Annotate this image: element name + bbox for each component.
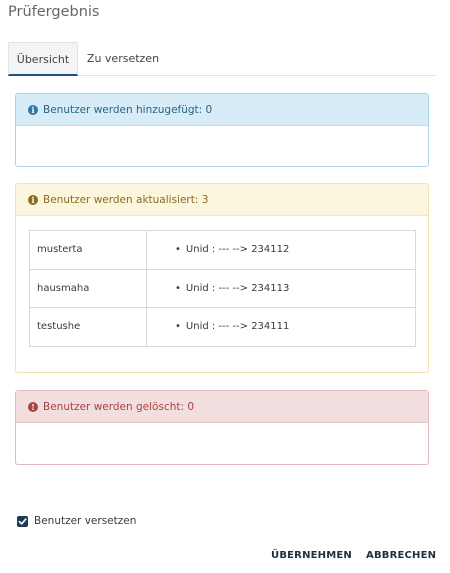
table-row: musterta • Unid : --- --> 234112 bbox=[29, 230, 416, 270]
change-text: Unid : --- --> 234112 bbox=[185, 244, 290, 256]
deleted-users-panel: ! Benutzer werden gelöscht: 0 bbox=[15, 390, 429, 465]
bullet-icon: • bbox=[175, 282, 181, 294]
dialog-title: Prüfergebnis bbox=[8, 4, 100, 20]
updated-users-title: Benutzer werden aktualisiert: 3 bbox=[43, 193, 209, 206]
checkmark-icon bbox=[18, 517, 27, 525]
username-cell: hausmaha bbox=[29, 268, 147, 308]
move-users-option[interactable]: Benutzer versetzen bbox=[17, 514, 136, 528]
tab-bar: Übersicht Zu versetzen bbox=[8, 42, 436, 76]
change-cell: • Unid : --- --> 234112 bbox=[146, 230, 416, 270]
added-users-title: Benutzer werden hinzugefügt: 0 bbox=[43, 103, 213, 116]
cancel-button[interactable]: ABBRECHEN bbox=[366, 546, 436, 564]
change-cell: • Unid : --- --> 234113 bbox=[146, 268, 416, 308]
updated-users-header: i Benutzer werden aktualisiert: 3 bbox=[16, 184, 428, 216]
added-users-panel: i Benutzer werden hinzugefügt: 0 bbox=[15, 93, 429, 167]
deleted-users-title: Benutzer werden gelöscht: 0 bbox=[43, 400, 195, 413]
tab-to-move[interactable]: Zu versetzen bbox=[84, 42, 162, 76]
move-users-checkbox[interactable] bbox=[17, 515, 28, 527]
updated-users-table: musterta • Unid : --- --> 234112 hausmaha… bbox=[29, 230, 416, 347]
added-users-header: i Benutzer werden hinzugefügt: 0 bbox=[16, 94, 428, 126]
table-row: testushe • Unid : --- --> 234111 bbox=[29, 307, 416, 347]
move-users-label: Benutzer versetzen bbox=[34, 515, 137, 527]
info-icon: i bbox=[28, 104, 38, 115]
bullet-icon: • bbox=[175, 244, 181, 256]
check-result-dialog: Prüfergebnis Übersicht Zu versetzen i Be… bbox=[0, 0, 450, 573]
change-cell: • Unid : --- --> 234111 bbox=[146, 307, 416, 347]
table-row: hausmaha • Unid : --- --> 234113 bbox=[29, 268, 416, 308]
username-cell: testushe bbox=[29, 307, 147, 347]
updated-users-panel: i Benutzer werden aktualisiert: 3 muster… bbox=[15, 183, 429, 373]
change-text: Unid : --- --> 234113 bbox=[185, 282, 290, 294]
tab-overview[interactable]: Übersicht bbox=[8, 42, 78, 76]
alert-icon: ! bbox=[28, 401, 38, 412]
username-cell: musterta bbox=[29, 230, 147, 270]
info-icon: i bbox=[28, 194, 38, 205]
deleted-users-header: ! Benutzer werden gelöscht: 0 bbox=[16, 391, 428, 423]
bullet-icon: • bbox=[175, 321, 181, 333]
change-text: Unid : --- --> 234111 bbox=[185, 321, 290, 333]
apply-button[interactable]: ÜBERNEHMEN bbox=[271, 546, 352, 564]
